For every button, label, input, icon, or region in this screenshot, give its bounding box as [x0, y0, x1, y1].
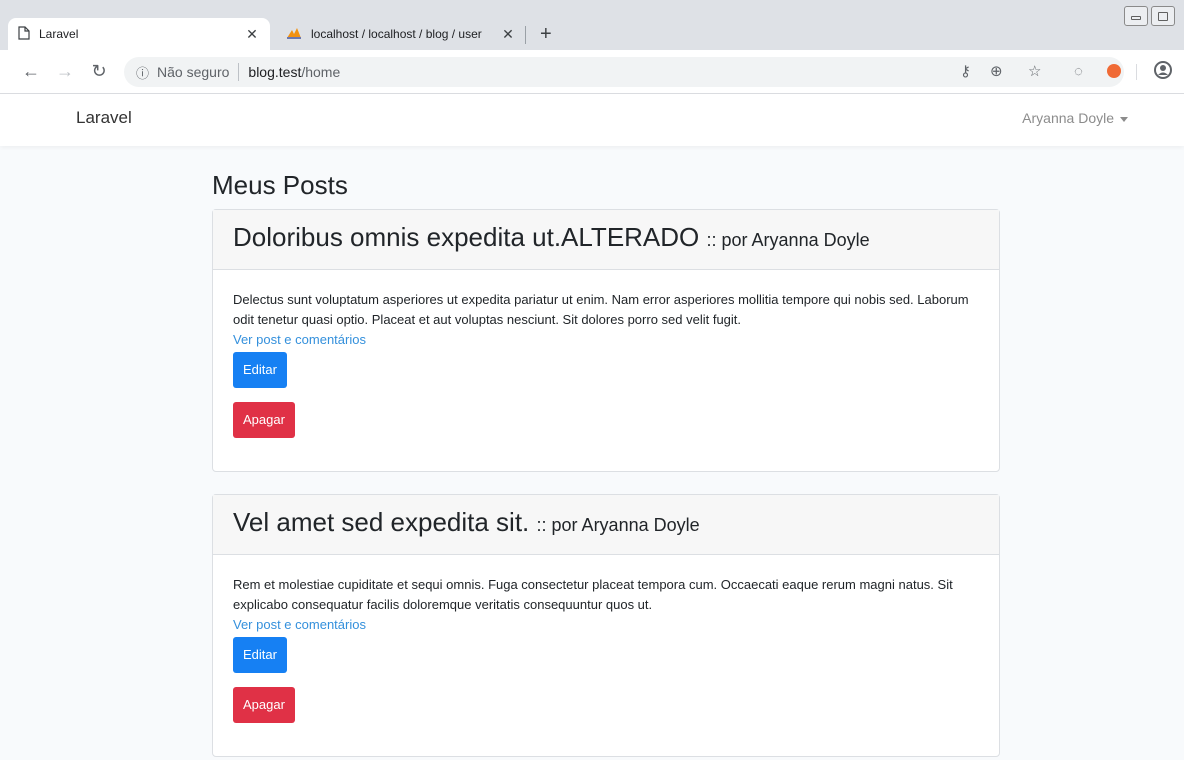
info-icon[interactable]: ⓘ [136, 63, 149, 82]
key-icon[interactable]: ⚷ [960, 62, 971, 82]
close-icon[interactable]: ✕ [500, 26, 516, 43]
post-header: Doloribus omnis expedita ut.ALTERADO :: … [213, 210, 999, 270]
page-title: Meus Posts [212, 170, 348, 200]
back-arrow-icon[interactable]: ← [20, 59, 42, 83]
zoom-icon[interactable]: ⊕ [990, 62, 1003, 82]
address-bar[interactable]: ⓘ Não seguro blog.test/home [124, 57, 1124, 87]
post-title: Doloribus omnis expedita ut.ALTERADO [233, 222, 700, 252]
reload-icon[interactable]: ↻ [88, 59, 110, 83]
url-host: blog.test [248, 64, 302, 80]
brand-link[interactable]: Laravel [76, 108, 132, 128]
user-name: Aryanna Doyle [1022, 110, 1114, 126]
star-icon[interactable]: ☆ [1028, 62, 1041, 82]
close-icon[interactable]: ✕ [244, 26, 260, 43]
extension-icon[interactable]: ◌ [1074, 62, 1083, 82]
maximize-button[interactable] [1151, 6, 1175, 26]
new-tab-button[interactable]: + [540, 22, 552, 46]
post-body: Rem et molestiae cupiditate et sequi omn… [213, 555, 999, 743]
delete-button[interactable]: Apagar [233, 687, 295, 723]
delete-button[interactable]: Apagar [233, 402, 295, 438]
post-byline: :: por Aryanna Doyle [706, 230, 870, 250]
user-dropdown[interactable]: Aryanna Doyle [1022, 110, 1128, 126]
post-body: Delectus sunt voluptatum asperiores ut e… [213, 270, 999, 458]
post-text: Delectus sunt voluptatum asperiores ut e… [233, 292, 969, 327]
edit-button[interactable]: Editar [233, 352, 287, 388]
page-content: Laravel Aryanna Doyle Meus Posts Dolorib… [0, 94, 1184, 760]
page-icon [18, 25, 30, 43]
toolbar-separator [1136, 64, 1137, 80]
maximize-icon [1158, 12, 1168, 21]
browser-tab-bar: Laravel ✕ localhost / localhost / blog /… [0, 0, 1184, 50]
phpmyadmin-icon [286, 26, 302, 43]
tab-title: localhost / localhost / blog / user [311, 27, 482, 41]
ext-orange-icon[interactable] [1106, 63, 1122, 85]
edit-button[interactable]: Editar [233, 637, 287, 673]
address-separator [238, 63, 240, 81]
post-card: Doloribus omnis expedita ut.ALTERADO :: … [212, 209, 1000, 472]
view-post-link[interactable]: Ver post e comentários [233, 330, 979, 350]
url-path: /home [301, 64, 341, 80]
caret-down-icon [1120, 116, 1128, 122]
tab-title: Laravel [39, 27, 79, 41]
minimize-button[interactable] [1124, 6, 1148, 26]
app-navbar: Laravel Aryanna Doyle [0, 94, 1184, 146]
view-post-link[interactable]: Ver post e comentários [233, 615, 979, 635]
post-text: Rem et molestiae cupiditate et sequi omn… [233, 577, 953, 612]
forward-arrow-icon[interactable]: → [54, 59, 76, 83]
tab-separator [525, 26, 526, 44]
security-label: Não seguro [157, 64, 230, 80]
minimize-icon [1131, 16, 1141, 20]
post-title: Vel amet sed expedita sit. [233, 507, 530, 537]
account-icon[interactable] [1154, 61, 1172, 85]
post-card: Vel amet sed expedita sit. :: por Aryann… [212, 494, 1000, 757]
tab-phpmyadmin[interactable]: localhost / localhost / blog / user ✕ [276, 18, 526, 50]
tab-laravel[interactable]: Laravel ✕ [8, 18, 270, 50]
post-byline: :: por Aryanna Doyle [536, 515, 700, 535]
post-header: Vel amet sed expedita sit. :: por Aryann… [213, 495, 999, 555]
browser-toolbar: ← → ↻ ⓘ Não seguro blog.test/home ⚷ ⊕ ☆ … [0, 50, 1184, 94]
